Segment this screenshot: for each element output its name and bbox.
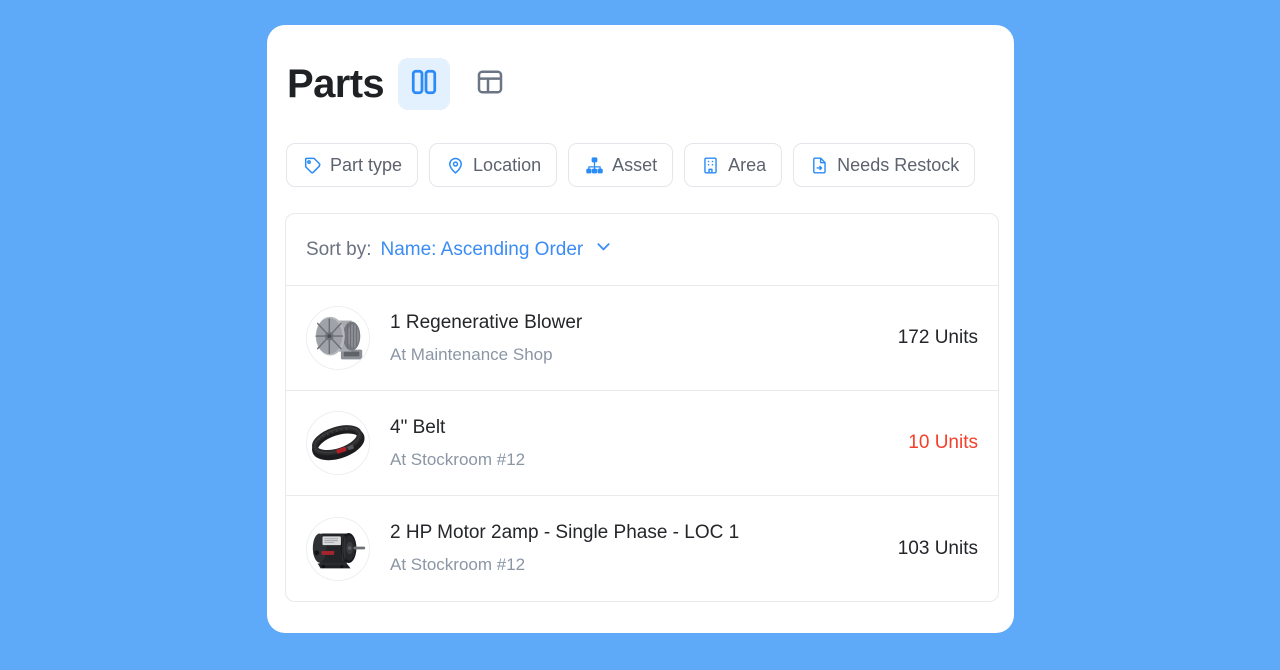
sort-value-text: Name: Ascending Order (380, 238, 584, 260)
part-quantity: 172 Units (897, 327, 978, 348)
sort-by-label: Sort by: (306, 238, 372, 260)
map-pin-icon (445, 155, 465, 175)
sort-bar: Sort by: Name: Ascending Order (286, 214, 998, 286)
tag-icon (302, 155, 322, 175)
table-view-toggle[interactable] (464, 58, 516, 110)
filter-chip-label: Asset (612, 155, 658, 175)
row-text-block: 4" Belt At Stockroom #12 (370, 416, 896, 471)
filter-chip-location[interactable]: Location (429, 143, 558, 187)
filter-chip-area[interactable]: Area (684, 143, 783, 187)
table-row[interactable]: 1 Regenerative Blower At Maintenance Sho… (286, 286, 998, 391)
file-import-icon (809, 155, 829, 175)
filter-chip-label: Location (473, 155, 542, 175)
sitemap-icon (584, 155, 604, 175)
filter-chip-asset[interactable]: Asset (568, 143, 674, 187)
page-title: Parts (287, 62, 385, 106)
part-location: At Maintenance Shop (390, 344, 553, 364)
filter-chip-label: Area (728, 155, 767, 175)
columns-icon (409, 67, 439, 102)
v-belt-photo (306, 411, 370, 475)
split-view-toggle[interactable] (398, 58, 451, 110)
part-quantity: 10 Units (908, 432, 978, 453)
parts-card: Parts Part type Location Asset Area Need… (267, 25, 1014, 633)
part-name: 1 Regenerative Blower (390, 311, 583, 333)
layout-panel-icon (475, 67, 505, 102)
filter-chip-needs-restock[interactable]: Needs Restock (793, 143, 976, 187)
table-row[interactable]: 2 HP Motor 2amp - Single Phase - LOC 1 A… (286, 496, 998, 601)
part-quantity: 103 Units (897, 537, 978, 559)
chevron-down-icon (594, 237, 613, 262)
filter-chip-part-type[interactable]: Part type (286, 143, 419, 187)
page-header: Parts (267, 25, 1014, 117)
app-screen: Parts Part type Location Asset Area Need… (0, 0, 1280, 670)
table-row[interactable]: 4" Belt At Stockroom #12 10 Units (286, 391, 998, 496)
part-name: 2 HP Motor 2amp - Single Phase - LOC 1 (390, 522, 740, 543)
part-name: 4" Belt (390, 416, 446, 438)
building-icon (700, 155, 720, 175)
regenerative-blower-photo (306, 306, 370, 370)
parts-list-panel: Sort by: Name: Ascending Order 1 Regener… (285, 213, 999, 602)
row-text-block: 1 Regenerative Blower At Maintenance Sho… (370, 311, 886, 366)
part-location: At Stockroom #12 (390, 555, 526, 574)
sort-select[interactable]: Name: Ascending Order (380, 237, 613, 262)
part-location: At Stockroom #12 (390, 449, 526, 469)
filter-chip-label: Part type (330, 155, 403, 175)
electric-motor-photo (306, 516, 370, 581)
row-text-block: 2 HP Motor 2amp - Single Phase - LOC 1 A… (370, 521, 886, 576)
filter-chip-row: Part type Location Asset Area Needs Rest… (267, 117, 1014, 187)
filter-chip-label: Needs Restock (837, 155, 960, 175)
